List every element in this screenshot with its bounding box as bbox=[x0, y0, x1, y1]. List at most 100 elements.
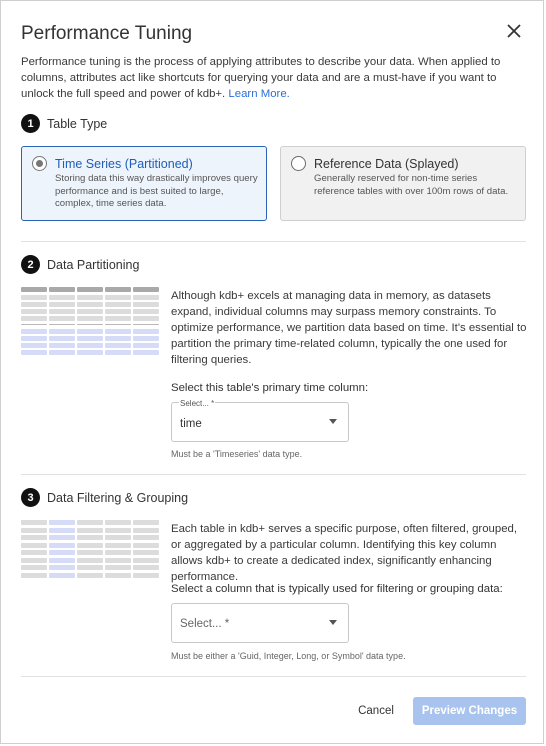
filter-column-hint: Must be either a 'Guid, Integer, Long, o… bbox=[171, 651, 406, 661]
table-cell bbox=[105, 302, 131, 307]
table-cell bbox=[21, 287, 47, 292]
table-cell bbox=[133, 550, 159, 555]
option-time-series[interactable]: Time Series (Partitioned) Storing data t… bbox=[21, 146, 267, 221]
table-cell bbox=[21, 572, 47, 578]
filtering-description: Each table in kdb+ serves a specific pur… bbox=[171, 523, 518, 583]
table-cell bbox=[49, 542, 75, 548]
table-cell bbox=[105, 565, 131, 570]
table-cell bbox=[105, 520, 131, 525]
table-cell bbox=[49, 295, 75, 300]
table-cell bbox=[77, 572, 103, 578]
table-cell bbox=[77, 295, 103, 300]
learn-more-link[interactable]: Learn More. bbox=[228, 88, 289, 100]
table-cell bbox=[21, 535, 47, 540]
table-cell bbox=[49, 309, 75, 314]
table-cell bbox=[77, 565, 103, 570]
table-cell bbox=[49, 287, 75, 292]
step-data-filtering: 3 Data Filtering & Grouping bbox=[21, 488, 188, 507]
table-cell bbox=[21, 550, 47, 555]
time-column-prompt: Select this table's primary time column: bbox=[171, 382, 369, 394]
cancel-button[interactable]: Cancel bbox=[347, 697, 405, 725]
table-cell bbox=[49, 520, 75, 525]
table-cell bbox=[77, 550, 103, 555]
divider bbox=[21, 474, 526, 475]
table-cell bbox=[49, 329, 75, 334]
dropdown-arrow-icon bbox=[329, 419, 337, 424]
option-title: Reference Data (Splayed) bbox=[314, 157, 459, 171]
table-cell bbox=[77, 309, 103, 314]
dropdown-arrow-icon bbox=[329, 620, 337, 625]
table-cell bbox=[21, 557, 47, 563]
table-cell bbox=[133, 542, 159, 548]
filter-column-prompt: Select a column that is typically used f… bbox=[171, 583, 503, 595]
table-cell bbox=[105, 350, 131, 355]
table-cell bbox=[21, 350, 47, 355]
divider bbox=[21, 676, 526, 677]
filter-column-select[interactable]: Select... * bbox=[171, 603, 349, 643]
table-cell bbox=[21, 329, 47, 334]
table-cell bbox=[77, 324, 103, 325]
radio-selected[interactable] bbox=[32, 156, 47, 171]
table-cell bbox=[21, 295, 47, 300]
step-number-badge: 1 bbox=[21, 114, 40, 133]
table-cell bbox=[21, 309, 47, 314]
table-cell bbox=[105, 329, 131, 334]
table-cell bbox=[133, 343, 159, 348]
table-cell bbox=[105, 557, 131, 563]
table-cell bbox=[133, 336, 159, 341]
time-column-select[interactable]: Select... * time bbox=[171, 399, 349, 442]
table-cell bbox=[105, 572, 131, 578]
step-data-partitioning: 2 Data Partitioning bbox=[21, 255, 139, 274]
table-cell bbox=[105, 550, 131, 555]
table-cell bbox=[77, 343, 103, 348]
table-cell bbox=[105, 295, 131, 300]
partitioned-table-icon bbox=[21, 287, 159, 357]
option-reference-data[interactable]: Reference Data (Splayed) Generally reser… bbox=[280, 146, 526, 221]
divider bbox=[21, 241, 526, 242]
table-cell bbox=[77, 535, 103, 540]
select-placeholder: Select... * bbox=[180, 618, 230, 630]
table-cell bbox=[49, 336, 75, 341]
table-cell bbox=[21, 542, 47, 548]
table-cell bbox=[105, 542, 131, 548]
preview-changes-button[interactable]: Preview Changes bbox=[413, 697, 526, 725]
time-column-hint: Must be a 'Timeseries' data type. bbox=[171, 449, 303, 459]
table-cell bbox=[133, 557, 159, 563]
table-cell bbox=[133, 572, 159, 578]
table-cell bbox=[49, 527, 75, 533]
radio-unselected[interactable] bbox=[291, 156, 306, 171]
table-cell bbox=[49, 557, 75, 563]
table-cell bbox=[77, 336, 103, 341]
table-cell bbox=[133, 329, 159, 334]
step-heading: Data Partitioning bbox=[47, 257, 140, 272]
table-cell bbox=[49, 572, 75, 578]
table-cell bbox=[133, 295, 159, 300]
table-cell bbox=[49, 316, 75, 321]
table-cell bbox=[77, 302, 103, 307]
table-cell bbox=[105, 535, 131, 540]
table-cell bbox=[21, 565, 47, 570]
dialog-title: Performance Tuning bbox=[21, 23, 193, 44]
table-cell bbox=[133, 287, 159, 292]
indexed-column-table-icon bbox=[21, 520, 159, 580]
close-icon[interactable] bbox=[505, 22, 523, 40]
table-cell bbox=[133, 309, 159, 314]
table-cell bbox=[133, 350, 159, 355]
option-description: Generally reserved for non-time series r… bbox=[314, 173, 509, 197]
table-cell bbox=[77, 316, 103, 321]
step-number-badge: 3 bbox=[21, 488, 40, 507]
table-cell bbox=[133, 316, 159, 321]
table-cell bbox=[21, 316, 47, 321]
table-cell bbox=[133, 302, 159, 307]
option-description: Storing data this way drastically improv… bbox=[55, 173, 258, 209]
table-cell bbox=[77, 350, 103, 355]
table-cell bbox=[133, 535, 159, 540]
table-cell bbox=[105, 324, 131, 325]
table-cell bbox=[77, 287, 103, 292]
table-cell bbox=[21, 520, 47, 525]
table-cell bbox=[21, 302, 47, 307]
table-cell bbox=[49, 550, 75, 555]
table-cell bbox=[49, 302, 75, 307]
table-cell bbox=[105, 287, 131, 292]
step-table-type: 1 Table Type bbox=[21, 114, 107, 133]
